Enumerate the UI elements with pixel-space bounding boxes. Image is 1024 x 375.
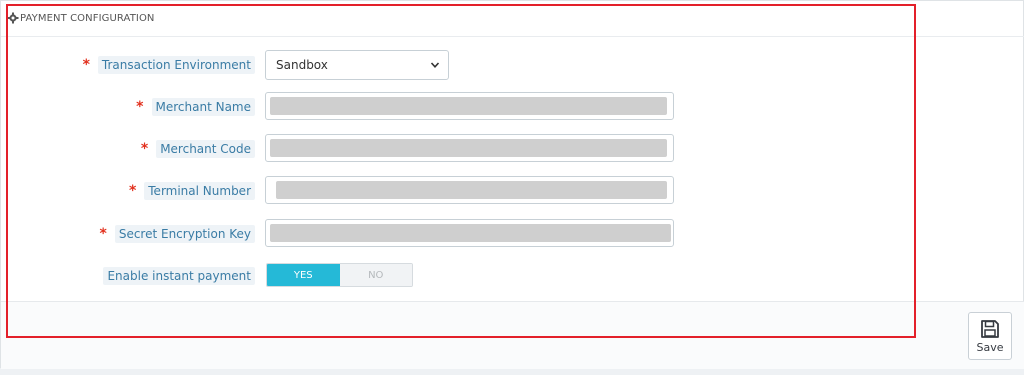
merchant-name-input[interactable] xyxy=(265,92,674,120)
field-label-wrap: * Transaction Environment xyxy=(83,56,255,74)
merchant-code-label: Merchant Code xyxy=(156,140,255,158)
secret-encryption-key-label: Secret Encryption Key xyxy=(114,225,255,243)
form-row-terminal-number: * Terminal Number xyxy=(1,176,1024,206)
form-row-enable-instant-payment: Enable instant payment YES NO xyxy=(1,263,1024,293)
merchant-code-input[interactable] xyxy=(265,134,674,162)
field-label-wrap: * Merchant Name xyxy=(136,98,255,116)
form-row-merchant-code: * Merchant Code xyxy=(1,134,1024,164)
redacted-value xyxy=(270,139,667,157)
terminal-number-input[interactable] xyxy=(265,176,674,204)
gear-icon xyxy=(7,12,19,24)
toggle-yes-option[interactable]: YES xyxy=(267,264,340,286)
secret-encryption-key-input[interactable] xyxy=(265,219,674,247)
required-marker: * xyxy=(136,99,144,115)
redacted-value xyxy=(270,224,671,242)
transaction-environment-select[interactable]: Sandbox xyxy=(265,50,449,80)
required-marker: * xyxy=(128,183,137,199)
panel-footer xyxy=(1,301,1024,369)
merchant-name-label: Merchant Name xyxy=(151,98,255,116)
field-label-wrap: Enable instant payment xyxy=(103,267,255,285)
redacted-value xyxy=(276,181,667,199)
instant-payment-toggle[interactable]: YES NO xyxy=(266,263,413,287)
redacted-value xyxy=(270,97,667,115)
save-button-label: Save xyxy=(976,340,1004,354)
save-button[interactable]: Save xyxy=(968,312,1012,360)
field-label-wrap: * Terminal Number xyxy=(129,182,255,200)
select-value: Sandbox xyxy=(276,58,328,72)
payment-configuration-panel: PAYMENT CONFIGURATION * Transaction Envi… xyxy=(0,0,1024,369)
panel-heading: PAYMENT CONFIGURATION xyxy=(1,1,1024,37)
panel-title: PAYMENT CONFIGURATION xyxy=(20,13,155,24)
chevron-down-icon xyxy=(430,62,440,68)
form-row-secret-encryption-key: * Secret Encryption Key xyxy=(1,219,1024,249)
required-marker: * xyxy=(99,226,107,242)
required-marker: * xyxy=(140,141,149,157)
terminal-number-label: Terminal Number xyxy=(144,182,255,200)
form-row-merchant-name: * Merchant Name xyxy=(1,92,1024,122)
toggle-no-option[interactable]: NO xyxy=(339,264,412,286)
required-marker: * xyxy=(82,57,90,73)
field-label-wrap: * Merchant Code xyxy=(141,140,255,158)
floppy-disk-icon xyxy=(981,319,999,338)
field-label-wrap: * Secret Encryption Key xyxy=(99,225,255,243)
form-row-transaction-environment: * Transaction Environment Sandbox xyxy=(1,50,1024,80)
enable-instant-payment-label: Enable instant payment xyxy=(103,267,255,285)
transaction-environment-label: Transaction Environment xyxy=(97,56,255,74)
